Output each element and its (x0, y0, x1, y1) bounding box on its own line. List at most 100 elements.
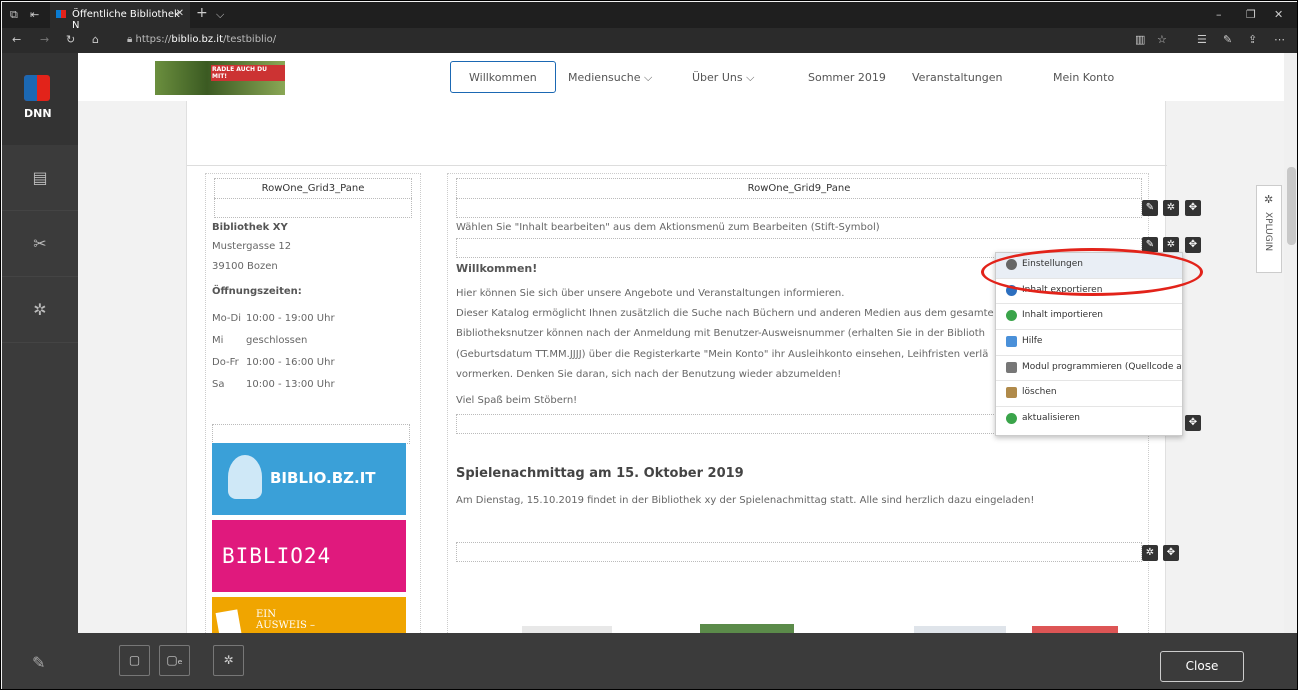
url-prefix: https:// (135, 34, 172, 45)
refresh-icon (1006, 413, 1017, 425)
menu-item-import[interactable]: Inhalt importieren (996, 304, 1182, 331)
library-city: 39100 Bozen (212, 261, 278, 272)
site-navigation: RADLE AUCH DU MIT! Willkommen Mediensuch… (78, 53, 1284, 101)
menu-item-programmieren[interactable]: Modul programmieren (Quellcode ar (996, 356, 1182, 382)
menu-item-aktualisieren[interactable]: aktualisieren (996, 407, 1182, 433)
thumbnail-image[interactable] (1032, 626, 1118, 633)
welcome-fun-text: Viel Spaß beim Stöbern! (456, 395, 578, 406)
module-settings-gear-icon[interactable]: ✲ (1142, 545, 1158, 561)
edit-pencil-icon[interactable]: ✎ (32, 653, 45, 672)
menu-item-hilfe[interactable]: Hilfe (996, 330, 1182, 356)
opening-hours-title: Öffnungszeiten: (212, 286, 302, 297)
close-button[interactable]: Close (1160, 651, 1244, 682)
reading-view-icon[interactable]: ▥ (1135, 33, 1145, 46)
module-settings-gear-icon[interactable]: ✲ (1163, 237, 1179, 253)
biblio-bz-it-text: BIBLIO.BZ.IT (270, 469, 376, 487)
menu-item-label: Modul programmieren (Quellcode ar (1022, 361, 1182, 372)
nav-mein-konto[interactable]: Mein Konto (1053, 71, 1114, 84)
module-settings-gear-icon[interactable]: ✲ (1163, 200, 1179, 216)
maximize-icon[interactable]: ❐ (1246, 8, 1256, 21)
move-icon[interactable]: ✥ (1185, 200, 1201, 216)
browser-tab[interactable]: Öffentliche Bibliothek N ✕ (50, 2, 190, 31)
nav-mediensuche[interactable]: Mediensuche ⌵ (568, 71, 652, 85)
back-icon[interactable]: ← (12, 33, 21, 46)
xplugin-tab[interactable]: ✲ XPLUGIN (1256, 185, 1282, 273)
menu-item-label: aktualisieren (1022, 413, 1080, 424)
biblio24-logo[interactable]: BIBLIO24 (212, 520, 406, 592)
address-bar: ← → ↻ ⌂ 🔒︎ https://biblio.bz.it/testbibl… (2, 28, 1297, 53)
dnn-edit-bar: ✎ ▢ ▢ₑ ✲ Close (2, 633, 1297, 689)
right-pane-dropzone (456, 198, 1142, 218)
module-dropzone-2 (456, 542, 1142, 562)
page-scrollbar[interactable] (1284, 53, 1297, 633)
notes-icon[interactable]: ✎ (1223, 33, 1232, 46)
add-existing-module-icon[interactable]: ▢ₑ (159, 645, 190, 676)
event-title: Spielenachmittag am 15. Oktober 2019 (456, 466, 744, 481)
menu-item-label: löschen (1022, 387, 1057, 398)
lock-icon: 🔒︎ (127, 34, 136, 45)
biblio24-text: BIBLIO24 (222, 544, 332, 568)
dnn-logo[interactable]: DNN (2, 53, 78, 145)
welcome-text-line: Dieser Katalog ermöglicht Ihnen zusätzli… (456, 308, 994, 319)
menu-item-loeschen[interactable]: löschen (996, 381, 1182, 408)
hours-time: 10:00 - 16:00 Uhr (246, 357, 335, 368)
more-icon[interactable]: ⋯ (1274, 33, 1285, 46)
welcome-text-line: vormerken. Denken Sie daran, sich nach d… (456, 369, 842, 380)
minimize-icon[interactable]: – (1216, 8, 1222, 21)
trash-icon (1006, 387, 1017, 399)
header-divider (187, 165, 1167, 166)
home-icon[interactable]: ⌂ (92, 33, 99, 46)
add-module-icon[interactable]: ▢ (119, 645, 150, 676)
new-tab-icon[interactable]: + (196, 5, 208, 21)
tabs-aside-icon[interactable]: ⇤ (30, 8, 39, 21)
banner-text: RADLE AUCH DU MIT! (211, 65, 285, 81)
map-pin-icon (228, 455, 262, 499)
browser-tabbar: ⧉ ⇤ Öffentliche Bibliothek N ✕ + ⌵ – ❐ ✕ (2, 2, 1297, 31)
url-host: biblio.bz.it (171, 34, 223, 45)
url-field[interactable]: 🔒︎ https://biblio.bz.it/testbiblio/ (127, 31, 1127, 50)
ein-ausweis-logo[interactable]: EIN AUSWEIS – (212, 597, 406, 633)
hours-time: geschlossen (246, 335, 308, 346)
xplugin-gear-icon: ✲ (1264, 193, 1274, 206)
highlight-ellipse (981, 248, 1203, 296)
settings-gear-icon[interactable]: ✲ (2, 277, 78, 343)
dnn-logo-icon (24, 75, 50, 101)
nav-ueber-uns[interactable]: Über Uns ⌵ (692, 71, 754, 85)
nav-willkommen[interactable]: Willkommen (450, 61, 556, 93)
dnn-favicon-icon (56, 9, 66, 19)
ein-ausweis-text: EIN AUSWEIS – (256, 609, 316, 631)
hours-day: Do-Fr (212, 357, 239, 368)
move-icon[interactable]: ✥ (1185, 415, 1201, 431)
tools-icon[interactable]: ✂ (2, 211, 78, 277)
forward-icon[interactable]: → (40, 33, 49, 46)
left-pane-title: RowOne_Grid3_Pane (214, 178, 412, 200)
move-icon[interactable]: ✥ (1185, 237, 1201, 253)
thumbnail-image[interactable] (914, 626, 1006, 633)
nav-sommer-2019[interactable]: Sommer 2019 (808, 71, 886, 84)
dnn-persona-bar: DNN ▤ ✂ ✲ (2, 53, 78, 633)
right-pane-title: RowOne_Grid9_Pane (456, 178, 1142, 200)
scrollbar-thumb[interactable] (1287, 167, 1296, 245)
hours-time: 10:00 - 19:00 Uhr (246, 313, 335, 324)
thumbnail-image[interactable] (700, 624, 794, 633)
banner-image[interactable]: RADLE AUCH DU MIT! (155, 61, 285, 95)
nav-veranstaltungen[interactable]: Veranstaltungen (912, 71, 1003, 84)
favorite-star-icon[interactable]: ☆ (1157, 33, 1167, 46)
tab-actions-icon[interactable]: ⧉ (10, 8, 18, 22)
thumbnail-image[interactable] (522, 626, 612, 633)
welcome-text-line: (Geburtsdatum TT.MM.JJJJ) über die Regis… (456, 349, 989, 360)
tab-list-icon[interactable]: ⌵ (216, 8, 224, 22)
window-close-icon[interactable]: ✕ (1274, 8, 1283, 21)
edit-pencil-icon[interactable]: ✎ (1142, 200, 1158, 216)
biblio-bz-it-logo[interactable]: BIBLIO.BZ.IT (212, 443, 406, 515)
import-icon (1006, 310, 1017, 322)
refresh-icon[interactable]: ↻ (66, 33, 75, 46)
welcome-text-line: Bibliotheksnutzer können nach der Anmeld… (456, 328, 986, 339)
page-settings-gear-icon[interactable]: ✲ (213, 645, 244, 676)
close-tab-icon[interactable]: ✕ (176, 8, 184, 19)
share-icon[interactable]: ⇪ (1248, 33, 1257, 46)
content-icon[interactable]: ▤ (2, 145, 78, 211)
url-path: /testbiblio/ (223, 34, 277, 45)
favorites-icon[interactable]: ☰ (1197, 33, 1207, 46)
move-icon[interactable]: ✥ (1163, 545, 1179, 561)
